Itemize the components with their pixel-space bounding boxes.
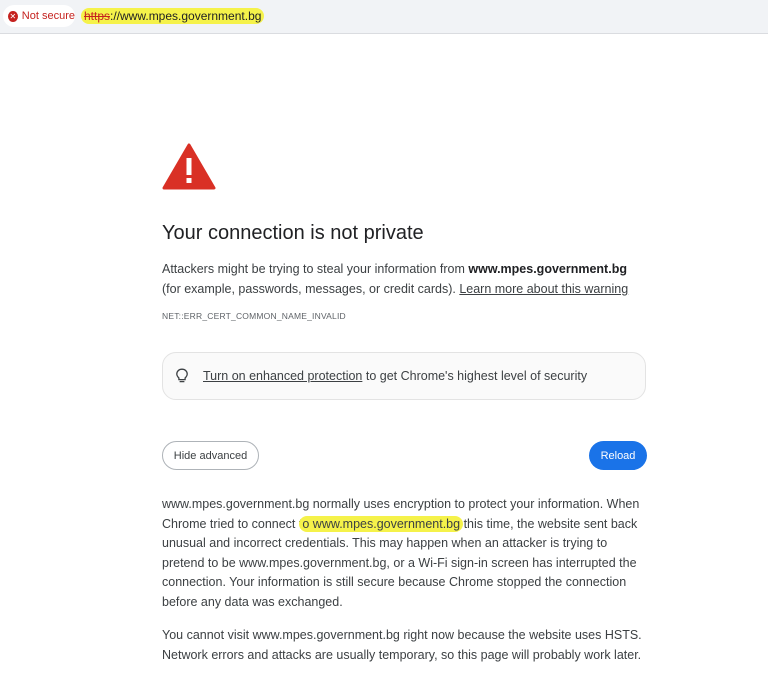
lightbulb-icon <box>176 368 188 383</box>
error-code: NET::ERR_CERT_COMMON_NAME_INVALID <box>162 311 346 321</box>
hsts-notice: You cannot visit www.mpes.government.bg … <box>162 628 642 662</box>
enhanced-protection-link[interactable]: Turn on enhanced protection <box>203 369 362 383</box>
learn-more-link[interactable]: Learn more about this warning <box>459 282 628 296</box>
security-chip[interactable]: ✕ Not secure <box>3 5 75 27</box>
url-scheme: https <box>84 9 111 23</box>
url-field[interactable]: https://www.mpes.government.bg <box>81 8 265 24</box>
reload-button[interactable]: Reload <box>589 441 647 470</box>
enhanced-protection-banner: Turn on enhanced protection to get Chrom… <box>162 352 646 400</box>
page-title: Your connection is not private <box>162 222 424 244</box>
warning-triangle-icon <box>162 143 216 190</box>
highlighted-domain: www.mpes.government.bg <box>312 516 461 531</box>
hide-advanced-button[interactable]: Hide advanced <box>162 441 259 470</box>
security-chip-label: Not secure <box>21 10 75 22</box>
address-bar: ✕ Not secure https://www.mpes.government… <box>0 0 768 34</box>
advanced-details: www.mpes.government.bg normally uses enc… <box>162 497 640 609</box>
url-host: ://www.mpes.government.bg <box>110 9 262 23</box>
enhanced-protection-text: to get Chrome's highest level of securit… <box>362 369 588 383</box>
x-circle-icon: ✕ <box>8 10 18 22</box>
site-domain: www.mpes.government.bg <box>468 262 627 276</box>
warning-description: Attackers might be trying to steal your … <box>162 262 629 296</box>
